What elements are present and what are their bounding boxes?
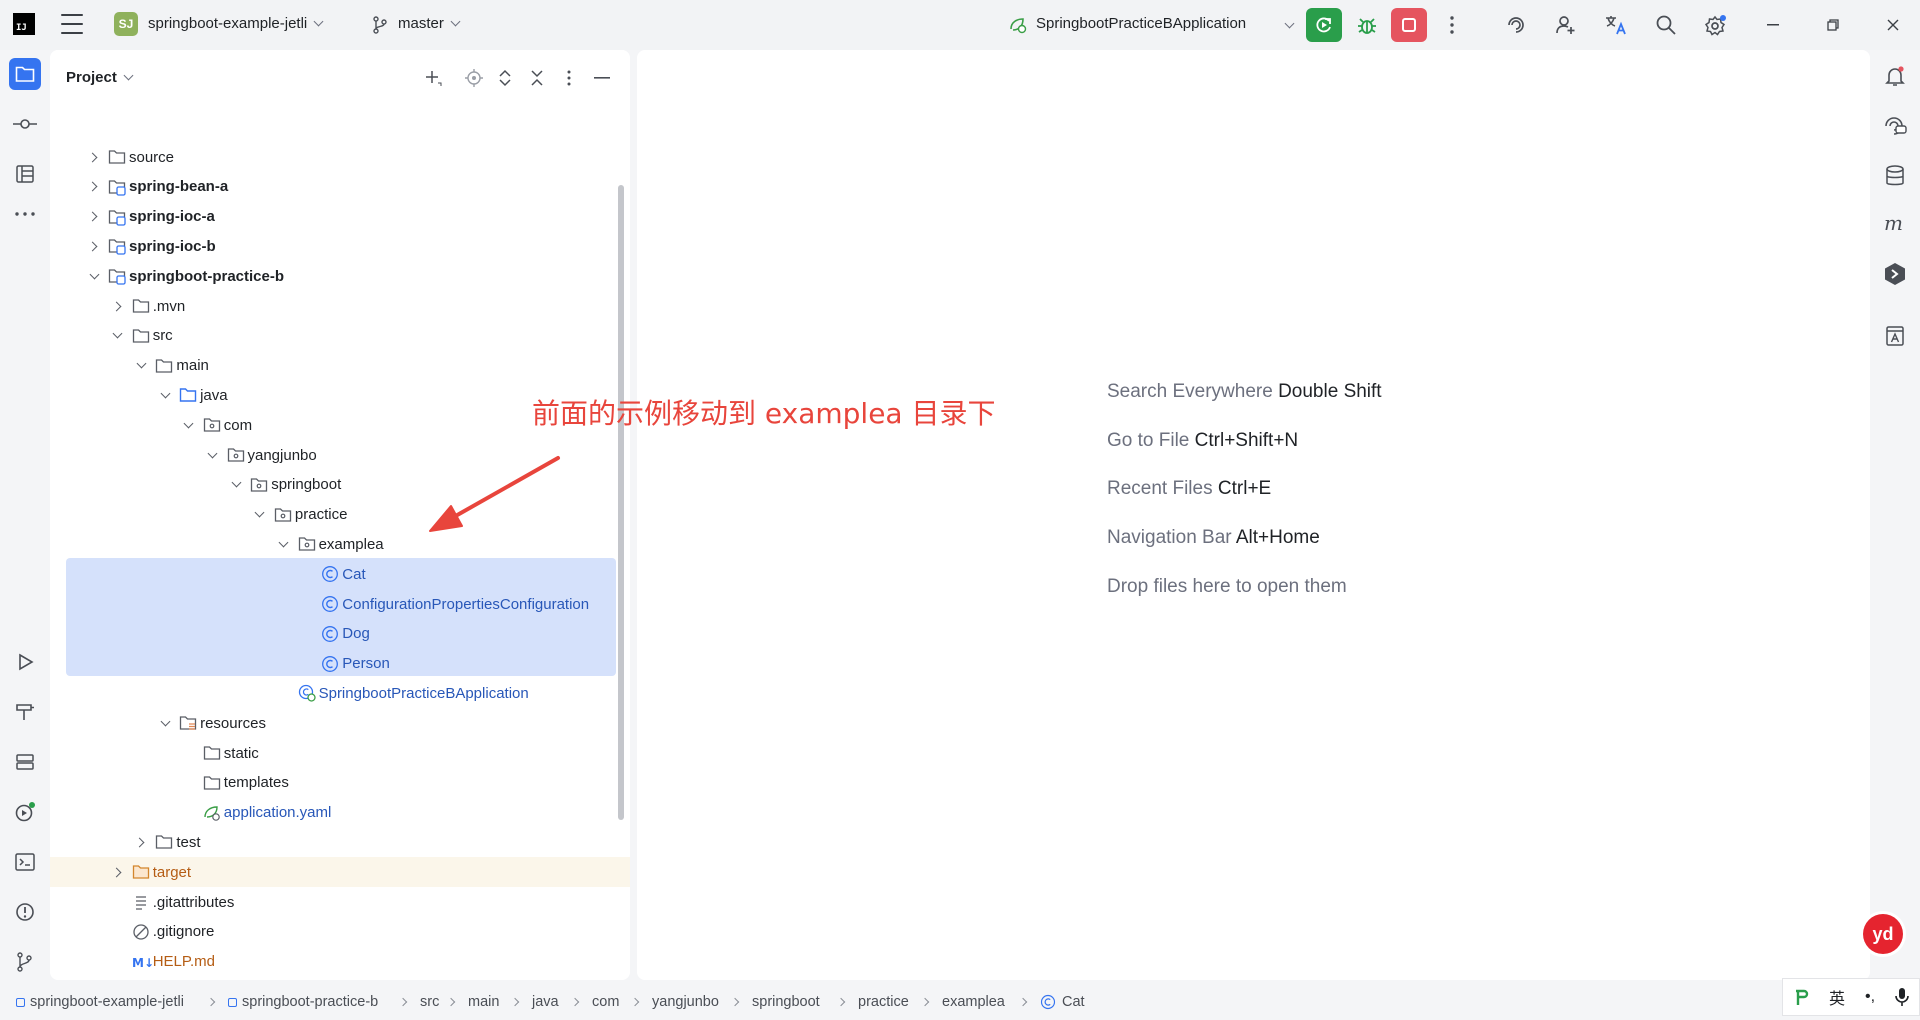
- main-menu-icon[interactable]: [61, 14, 83, 34]
- intellij-logo-icon[interactable]: IJ: [13, 13, 35, 35]
- chevron-down-icon[interactable]: [1284, 18, 1295, 29]
- settings-gear-icon[interactable]: [1702, 11, 1730, 39]
- breadcrumb-item[interactable]: com: [592, 994, 619, 1010]
- hint-go-to-file: Go to File Ctrl+Shift+N: [1107, 430, 1299, 451]
- hint-search-everywhere: Search Everywhere Double Shift: [1107, 381, 1382, 402]
- breadcrumb-separator-icon: [630, 997, 640, 1007]
- breadcrumb-label: com: [592, 994, 620, 1010]
- more-actions-button[interactable]: [1434, 8, 1470, 42]
- ime-logo-icon: [1795, 989, 1809, 1005]
- right-tool-strip: m: [1870, 50, 1920, 980]
- plugin-icon[interactable]: [1881, 260, 1909, 288]
- search-icon[interactable]: [1652, 11, 1680, 39]
- breadcrumb-separator-icon: [206, 997, 216, 1007]
- module-icon: [228, 997, 237, 1007]
- breadcrumb-label: java: [532, 994, 559, 1010]
- translation-panel-icon[interactable]: [1881, 322, 1909, 350]
- project-badge[interactable]: SJ: [114, 12, 138, 36]
- breadcrumb-label: springboot: [752, 994, 820, 1010]
- database-icon[interactable]: [1881, 162, 1909, 190]
- chevron-down-icon: [313, 16, 324, 27]
- ai-assistant-icon[interactable]: [1502, 11, 1530, 39]
- breadcrumb-item[interactable]: src: [420, 994, 439, 1010]
- breadcrumb-label: yangjunbo: [652, 994, 719, 1010]
- breadcrumb-separator-icon: [570, 997, 580, 1007]
- input-method-toolbar[interactable]: 英 •,: [1782, 978, 1920, 1016]
- run-configuration-selector[interactable]: SpringbootPracticeBApplication: [1036, 15, 1246, 32]
- breadcrumb-separator-icon: [510, 997, 520, 1007]
- project-switcher[interactable]: springboot-example-jetli: [148, 15, 324, 32]
- stop-icon: [1402, 18, 1416, 32]
- project-name: springboot-example-jetli: [148, 15, 308, 32]
- hint-recent-files: Recent Files Ctrl+E: [1107, 478, 1272, 499]
- chevron-down-icon: [450, 16, 461, 27]
- branch-name: master: [398, 15, 444, 32]
- breadcrumb-separator-icon: [920, 997, 930, 1007]
- breadcrumb-label: src: [420, 994, 440, 1010]
- translate-icon[interactable]: [1602, 11, 1630, 39]
- breadcrumb-item[interactable]: springboot: [752, 994, 820, 1010]
- spring-boot-icon: [1010, 18, 1027, 34]
- module-icon: [16, 997, 25, 1007]
- breadcrumb-item[interactable]: springboot-example-jetli: [16, 994, 184, 1010]
- ai-chat-icon[interactable]: [1881, 112, 1909, 140]
- ime-punctuation[interactable]: •,: [1865, 988, 1875, 1006]
- breadcrumb-item[interactable]: yangjunbo: [652, 994, 719, 1010]
- breadcrumb-separator-icon: [730, 997, 740, 1007]
- class-icon: [1040, 994, 1056, 1010]
- breadcrumb-label: examplea: [942, 994, 1005, 1010]
- stop-button[interactable]: [1391, 8, 1427, 42]
- more-vertical-icon: [1450, 16, 1454, 34]
- branch-switcher[interactable]: master: [398, 15, 461, 32]
- git-branch-icon: [373, 16, 387, 34]
- maven-icon[interactable]: m: [1881, 210, 1909, 238]
- restore-window-icon[interactable]: [1820, 12, 1846, 38]
- close-window-icon[interactable]: [1880, 12, 1906, 38]
- youdao-dictionary-badge[interactable]: yd: [1863, 914, 1903, 954]
- ime-language[interactable]: 英: [1829, 985, 1845, 1009]
- editor-area[interactable]: 前面的示例移动到 examplea 目录下 Search Everywhere …: [429, 50, 1870, 980]
- breadcrumb-item[interactable]: practice: [858, 994, 909, 1010]
- microphone-icon[interactable]: [1895, 987, 1909, 1007]
- breadcrumb-separator-icon: [398, 997, 408, 1007]
- title-bar: IJ SJ springboot-example-jetli master Sp…: [0, 0, 1920, 50]
- annotation-arrow-icon: [429, 456, 560, 532]
- hint-drop-files: Drop files here to open them: [1107, 576, 1347, 597]
- breadcrumb-separator-icon: [1018, 997, 1028, 1007]
- status-bar-breadcrumbs: springboot-example-jetli springboot-pract…: [0, 985, 1920, 1020]
- add-user-icon[interactable]: [1552, 11, 1580, 39]
- breadcrumb-label: springboot-practice-b: [242, 994, 379, 1010]
- svg-text:m: m: [1884, 215, 1903, 233]
- debug-button[interactable]: [1349, 8, 1385, 42]
- breadcrumb-item[interactable]: examplea: [942, 994, 1005, 1010]
- breadcrumb-label: main: [468, 994, 500, 1010]
- breadcrumb-item[interactable]: java: [532, 994, 559, 1010]
- rerun-icon: [1316, 17, 1331, 33]
- breadcrumb-label: springboot-example-jetli: [30, 994, 184, 1010]
- breadcrumb-label: Cat: [1062, 994, 1085, 1010]
- rerun-button[interactable]: [1306, 8, 1342, 42]
- bug-icon: [1358, 18, 1376, 34]
- breadcrumb-separator-icon: [836, 997, 846, 1007]
- hint-navigation-bar: Navigation Bar Alt+Home: [1107, 527, 1320, 548]
- breadcrumb-item[interactable]: springboot-practice-b: [228, 994, 378, 1010]
- breadcrumb-label: practice: [858, 994, 909, 1010]
- breadcrumb-item[interactable]: Cat: [1040, 994, 1085, 1010]
- breadcrumb-separator-icon: [446, 997, 456, 1007]
- minimize-window-icon[interactable]: [1760, 12, 1786, 38]
- notifications-bell-icon[interactable]: [1881, 62, 1909, 90]
- breadcrumb-item[interactable]: main: [468, 994, 499, 1010]
